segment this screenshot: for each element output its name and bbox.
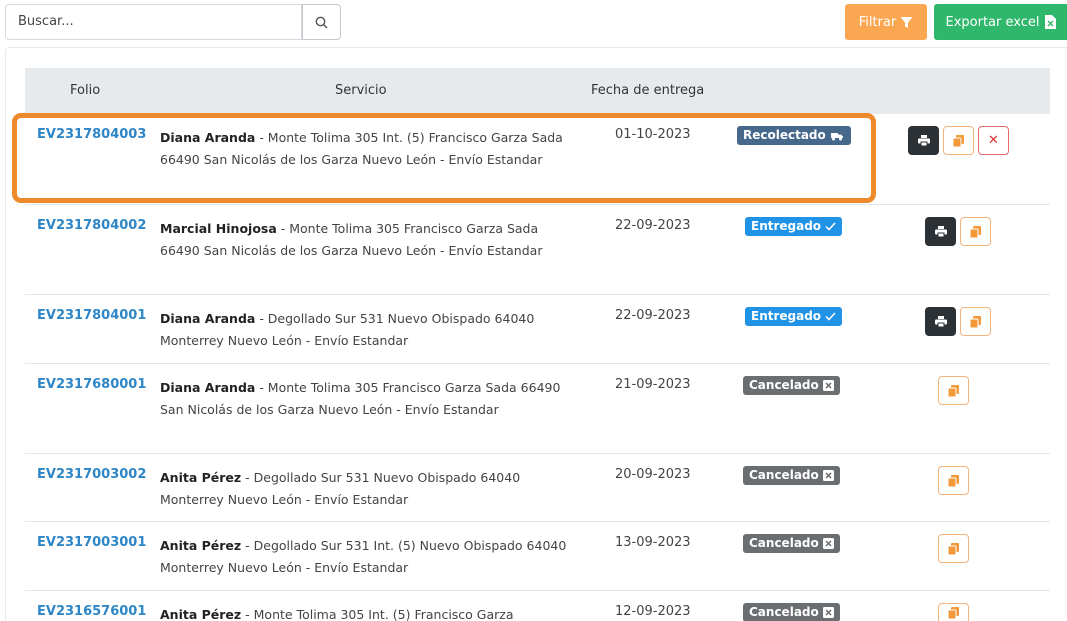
copy-icon bbox=[948, 384, 959, 397]
folio-link[interactable]: EV2317804003 bbox=[37, 127, 146, 142]
copy-icon bbox=[953, 134, 964, 147]
check-icon bbox=[825, 312, 836, 321]
funnel-icon bbox=[900, 16, 913, 28]
table-row: EV2317804002 Marcial Hinojosa - Monte To… bbox=[25, 205, 1050, 295]
search-input[interactable]: Buscar... bbox=[5, 4, 302, 40]
table-row: EV2317680001 Diana Aranda - Monte Tolima… bbox=[25, 364, 1050, 454]
servicio-cell: Anita Pérez - Monte Tolima 305 Int. (5) … bbox=[160, 604, 570, 621]
copy-icon bbox=[970, 315, 981, 328]
status-label: Cancelado bbox=[749, 605, 819, 619]
excel-file-icon bbox=[1044, 15, 1056, 29]
servicio-cell: Anita Pérez - Degollado Sur 531 Nuevo Ob… bbox=[160, 467, 570, 511]
x-square-icon bbox=[822, 538, 834, 549]
client-name: Marcial Hinojosa bbox=[160, 221, 277, 236]
copy-button[interactable] bbox=[938, 534, 969, 563]
delete-button[interactable]: ✕ bbox=[978, 126, 1009, 155]
copy-button[interactable] bbox=[943, 126, 974, 155]
printer-icon bbox=[934, 316, 947, 327]
search-button[interactable] bbox=[302, 4, 341, 40]
print-button[interactable] bbox=[925, 217, 956, 246]
folio-link[interactable]: EV2317003002 bbox=[37, 467, 146, 482]
client-name: Anita Pérez bbox=[160, 538, 242, 553]
print-button[interactable] bbox=[925, 307, 956, 336]
servicio-cell: Diana Aranda - Monte Tolima 305 Int. (5)… bbox=[160, 127, 570, 171]
client-name: Anita Pérez bbox=[160, 607, 242, 621]
servicio-cell: Anita Pérez - Degollado Sur 531 Int. (5)… bbox=[160, 535, 570, 579]
x-square-icon bbox=[822, 380, 834, 391]
status-label: Cancelado bbox=[749, 378, 819, 392]
delivery-date: 01-10-2023 bbox=[615, 127, 691, 142]
status-label: Entregado bbox=[751, 309, 822, 323]
export-label: Exportar excel bbox=[945, 14, 1040, 30]
client-name: Diana Aranda bbox=[160, 380, 256, 395]
servicio-cell: Diana Aranda - Degollado Sur 531 Nuevo O… bbox=[160, 308, 570, 352]
delivery-date: 22-09-2023 bbox=[615, 308, 691, 323]
search-placeholder: Buscar... bbox=[18, 14, 74, 29]
status-badge: Cancelado bbox=[743, 603, 840, 621]
header-fecha: Fecha de entrega bbox=[591, 83, 705, 98]
table-row: EV2317003002 Anita Pérez - Degollado Sur… bbox=[25, 454, 1050, 522]
filter-button[interactable]: Filtrar bbox=[845, 4, 927, 40]
status-badge: Recolectado bbox=[737, 126, 851, 145]
printer-icon bbox=[934, 226, 947, 237]
client-name: Diana Aranda bbox=[160, 311, 256, 326]
header-servicio: Servicio bbox=[335, 83, 387, 98]
copy-icon bbox=[948, 474, 959, 487]
delivery-date: 21-09-2023 bbox=[615, 377, 691, 392]
search-icon bbox=[315, 16, 328, 29]
table-row: EV2316576001 Anita Pérez - Monte Tolima … bbox=[25, 591, 1050, 621]
copy-icon bbox=[970, 225, 981, 238]
copy-icon bbox=[948, 542, 959, 555]
client-name: Anita Pérez bbox=[160, 470, 242, 485]
x-square-icon bbox=[822, 607, 834, 618]
folio-link[interactable]: EV2317804001 bbox=[37, 308, 146, 323]
x-square-icon bbox=[822, 470, 834, 481]
copy-button[interactable] bbox=[938, 603, 969, 621]
status-label: Entregado bbox=[751, 219, 822, 233]
copy-icon bbox=[948, 606, 959, 619]
status-badge: Entregado bbox=[745, 217, 843, 236]
folio-link[interactable]: EV2317680001 bbox=[37, 377, 146, 392]
copy-button[interactable] bbox=[960, 217, 991, 246]
address-text: - Monte Tolima 305 Int. (5) Francisco Ga… bbox=[241, 607, 514, 621]
status-badge: Cancelado bbox=[743, 376, 840, 395]
close-icon: ✕ bbox=[988, 133, 999, 148]
folio-link[interactable]: EV2317804002 bbox=[37, 218, 146, 233]
table-row: EV2317804003 Diana Aranda - Monte Tolima… bbox=[25, 114, 1050, 205]
print-button[interactable] bbox=[908, 126, 939, 155]
header-folio: Folio bbox=[70, 83, 101, 98]
folio-link[interactable]: EV2316576001 bbox=[37, 604, 146, 619]
copy-button[interactable] bbox=[960, 307, 991, 336]
client-name: Diana Aranda bbox=[160, 130, 256, 145]
servicio-cell: Marcial Hinojosa - Monte Tolima 305 Fran… bbox=[160, 218, 570, 262]
copy-button[interactable] bbox=[938, 376, 969, 405]
delivery-date: 13-09-2023 bbox=[615, 535, 691, 550]
status-label: Cancelado bbox=[749, 468, 819, 482]
filter-label: Filtrar bbox=[858, 14, 897, 30]
truck-check-icon bbox=[830, 133, 843, 141]
table-row: EV2317804001 Diana Aranda - Degollado Su… bbox=[25, 295, 1050, 364]
servicio-cell: Diana Aranda - Monte Tolima 305 Francisc… bbox=[160, 377, 570, 421]
status-badge: Entregado bbox=[745, 307, 843, 326]
check-icon bbox=[825, 222, 836, 231]
delivery-date: 22-09-2023 bbox=[615, 218, 691, 233]
status-badge: Cancelado bbox=[743, 534, 840, 553]
status-label: Recolectado bbox=[743, 128, 826, 142]
table-header: Folio Servicio Fecha de entrega bbox=[25, 68, 1050, 114]
export-excel-button[interactable]: Exportar excel bbox=[934, 4, 1067, 40]
printer-icon bbox=[917, 135, 930, 146]
status-label: Cancelado bbox=[749, 536, 819, 550]
table-row: EV2317003001 Anita Pérez - Degollado Sur… bbox=[25, 522, 1050, 591]
copy-button[interactable] bbox=[938, 466, 969, 495]
delivery-date: 20-09-2023 bbox=[615, 467, 691, 482]
status-badge: Cancelado bbox=[743, 466, 840, 485]
delivery-date: 12-09-2023 bbox=[615, 604, 691, 619]
folio-link[interactable]: EV2317003001 bbox=[37, 535, 146, 550]
